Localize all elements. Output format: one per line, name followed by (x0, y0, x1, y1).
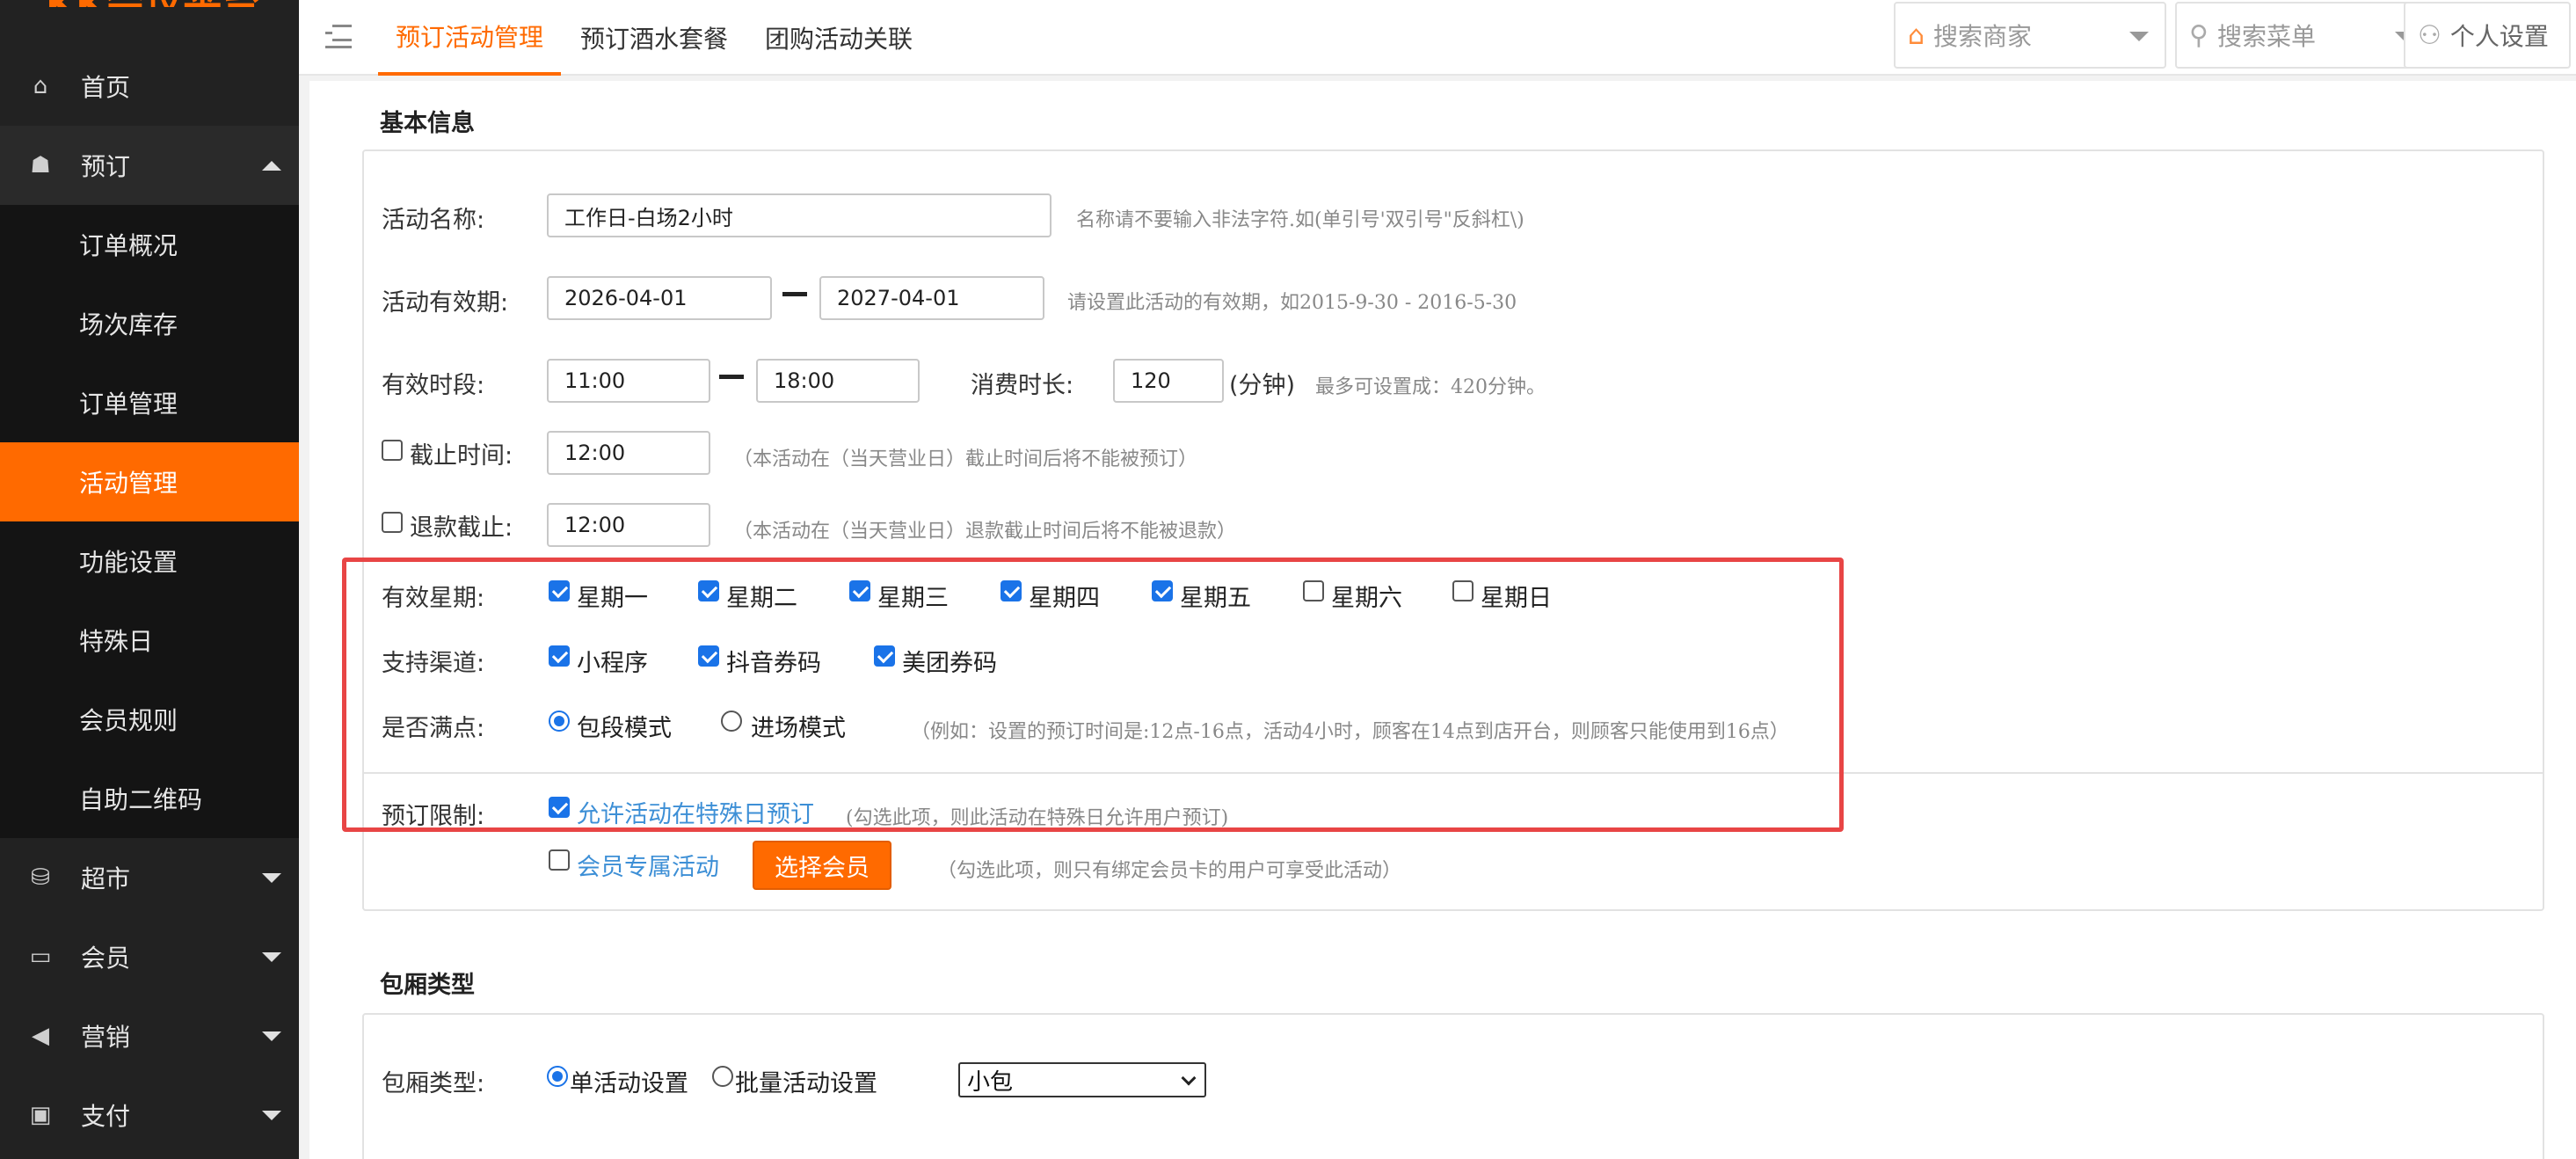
top-bar: 预订活动管理 预订酒水套餐 团购活动关联 ⌂ 搜索商家 ⚲ 搜索菜单 ⚇ 个人设… (299, 0, 2576, 76)
sidebar-item-label: 功能设置 (79, 548, 178, 577)
chevron-down-icon (262, 1110, 281, 1120)
name-hint: 名称请不要输入非法字符.如(单引号'双引号"反斜杠\) (1076, 209, 1524, 231)
duration-hint: 最多可设置成：420分钟。 (1315, 376, 1546, 398)
select-member-button[interactable]: 选择会员 (753, 841, 891, 890)
chevron-down-icon (262, 951, 281, 962)
money-icon: ▣ (29, 1102, 52, 1128)
batch-setting-label: 批量活动设置 (735, 1070, 877, 1097)
period-label: 活动有效期: (382, 289, 509, 317)
tab-booking-activity[interactable]: 预订活动管理 (378, 0, 562, 76)
sidebar-item-order-manage[interactable]: 订单管理 (0, 363, 299, 442)
sidebar-item-payment[interactable]: ▣ 支付 (0, 1075, 299, 1155)
sidebar-item-supermarket[interactable]: ⛁ 超市 (0, 838, 299, 917)
main-content: 基本信息 活动名称: 工作日-白场2小时 名称请不要输入非法字符.如(单引号'双… (309, 81, 2576, 1159)
member-hint: （勾选此项，则只有绑定会员卡的用户可享受此活动） (937, 860, 1402, 882)
search-menu-label: 搜索菜单 (2216, 22, 2316, 51)
tab-drink-package[interactable]: 预订酒水套餐 (563, 0, 746, 76)
duration-label: 消费时长: (971, 372, 1074, 399)
name-label: 活动名称: (382, 207, 485, 234)
sidebar-item-special-day[interactable]: 特殊日 (0, 601, 299, 680)
cutoff-label: 截止时间: (410, 442, 513, 470)
sidebar-item-member-rules[interactable]: 会员规则 (0, 680, 299, 759)
chevron-down-icon (2129, 32, 2149, 41)
sidebar-item-label: 活动管理 (79, 469, 178, 498)
single-setting-label: 单活动设置 (570, 1070, 688, 1097)
room-type-select-value: 小包 (967, 1068, 1014, 1096)
search-icon: ⚲ (2189, 19, 2209, 51)
highlight-box (342, 558, 1844, 832)
logo: KK会议平台 (46, 0, 260, 7)
home-icon: ⌂ (33, 73, 48, 99)
sidebar-item-label: 支付 (81, 1102, 131, 1131)
personal-settings-label: 个人设置 (2449, 22, 2549, 51)
period-start-input[interactable]: 2026-04-01 (547, 276, 772, 320)
duration-input[interactable]: 120 (1113, 359, 1224, 403)
sidebar-item-feature-settings[interactable]: 功能设置 (0, 521, 299, 601)
chevron-down-icon (1181, 1070, 1197, 1086)
sidebar: KK会议平台 ⌂ 首页 ☗ 预订 订单概况 场次库存 订单管理 活动管理 功能设… (0, 0, 299, 1159)
sidebar-item-label: 特殊日 (79, 627, 154, 656)
room-type-select[interactable]: 小包 (958, 1062, 1206, 1097)
sidebar-item-label: 会员 (81, 944, 131, 973)
sidebar-item-label: 场次库存 (79, 310, 178, 339)
range-dash (719, 375, 744, 379)
sidebar-item-marketing[interactable]: ◀ 营销 (0, 996, 299, 1075)
time-end-input[interactable]: 18:00 (756, 359, 920, 403)
menu-toggle-icon[interactable] (325, 21, 352, 51)
room-type-label: 包厢类型: (382, 1070, 485, 1097)
section-title-room: 包厢类型 (380, 972, 475, 999)
sidebar-item-self-qrcode[interactable]: 自助二维码 (0, 759, 299, 838)
member-only-label[interactable]: 会员专属活动 (577, 848, 719, 882)
sidebar-item-label: 预订 (81, 152, 131, 181)
cutoff-checkbox[interactable] (382, 440, 403, 461)
sidebar-item-label: 超市 (81, 864, 131, 893)
sidebar-item-activity-manage[interactable]: 活动管理 (0, 442, 299, 521)
sidebar-item-label: 订单管理 (79, 390, 178, 419)
user-icon: ⚇ (2418, 19, 2441, 51)
sidebar-item-order-overview[interactable]: 订单概况 (0, 205, 299, 284)
period-end-input[interactable]: 2027-04-01 (819, 276, 1044, 320)
sidebar-item-home[interactable]: ⌂ 首页 (0, 47, 299, 126)
period-hint: 请设置此活动的有效期，如2015-9-30 - 2016-5-30 (1067, 292, 1517, 314)
range-dash (782, 292, 807, 296)
card-icon: ▭ (29, 944, 52, 970)
home-icon: ⌂ (1908, 19, 1925, 51)
chevron-down-icon (262, 872, 281, 883)
sidebar-item-label: 首页 (81, 73, 131, 102)
tab-group-buy[interactable]: 团购活动关联 (747, 0, 930, 76)
chevron-up-icon (262, 160, 281, 171)
duration-unit: (分钟) (1229, 372, 1296, 399)
chevron-down-icon (262, 1031, 281, 1041)
member-only-checkbox[interactable] (549, 849, 570, 871)
sidebar-item-label: 营销 (81, 1023, 131, 1052)
sidebar-item-label: 会员规则 (79, 706, 178, 735)
sidebar-item-member[interactable]: ▭ 会员 (0, 917, 299, 996)
activity-name-input[interactable]: 工作日-白场2小时 (547, 193, 1052, 237)
batch-setting-radio[interactable] (712, 1066, 733, 1087)
cutoff-time-input[interactable]: 12:00 (547, 431, 710, 475)
time-label: 有效时段: (382, 372, 485, 399)
refund-checkbox[interactable] (382, 512, 403, 533)
search-merchant-select[interactable]: ⌂ 搜索商家 (1894, 2, 2166, 69)
basket-icon: ⛁ (31, 864, 50, 891)
booking-icon: ☗ (30, 152, 51, 179)
sidebar-item-label: 订单概况 (79, 231, 178, 260)
refund-time-input[interactable]: 12:00 (547, 503, 710, 547)
cutoff-hint: （本活动在（当天营业日）截止时间后将不能被预订） (733, 448, 1198, 470)
single-setting-radio[interactable] (547, 1066, 568, 1087)
time-start-input[interactable]: 11:00 (547, 359, 710, 403)
personal-settings-button[interactable]: ⚇ 个人设置 (2404, 2, 2571, 69)
search-merchant-label: 搜索商家 (1933, 22, 2033, 51)
sidebar-item-session-stock[interactable]: 场次库存 (0, 284, 299, 363)
refund-label: 退款截止: (410, 514, 513, 542)
refund-hint: （本活动在（当天营业日）退款截止时间后将不能被退款） (733, 521, 1237, 543)
sidebar-item-label: 自助二维码 (79, 785, 203, 814)
section-title-basic: 基本信息 (380, 110, 475, 137)
search-menu-select[interactable]: ⚲ 搜索菜单 (2175, 2, 2432, 69)
room-type-fieldset (362, 1013, 2544, 1159)
sidebar-item-booking[interactable]: ☗ 预订 (0, 126, 299, 205)
megaphone-icon: ◀ (32, 1023, 49, 1049)
